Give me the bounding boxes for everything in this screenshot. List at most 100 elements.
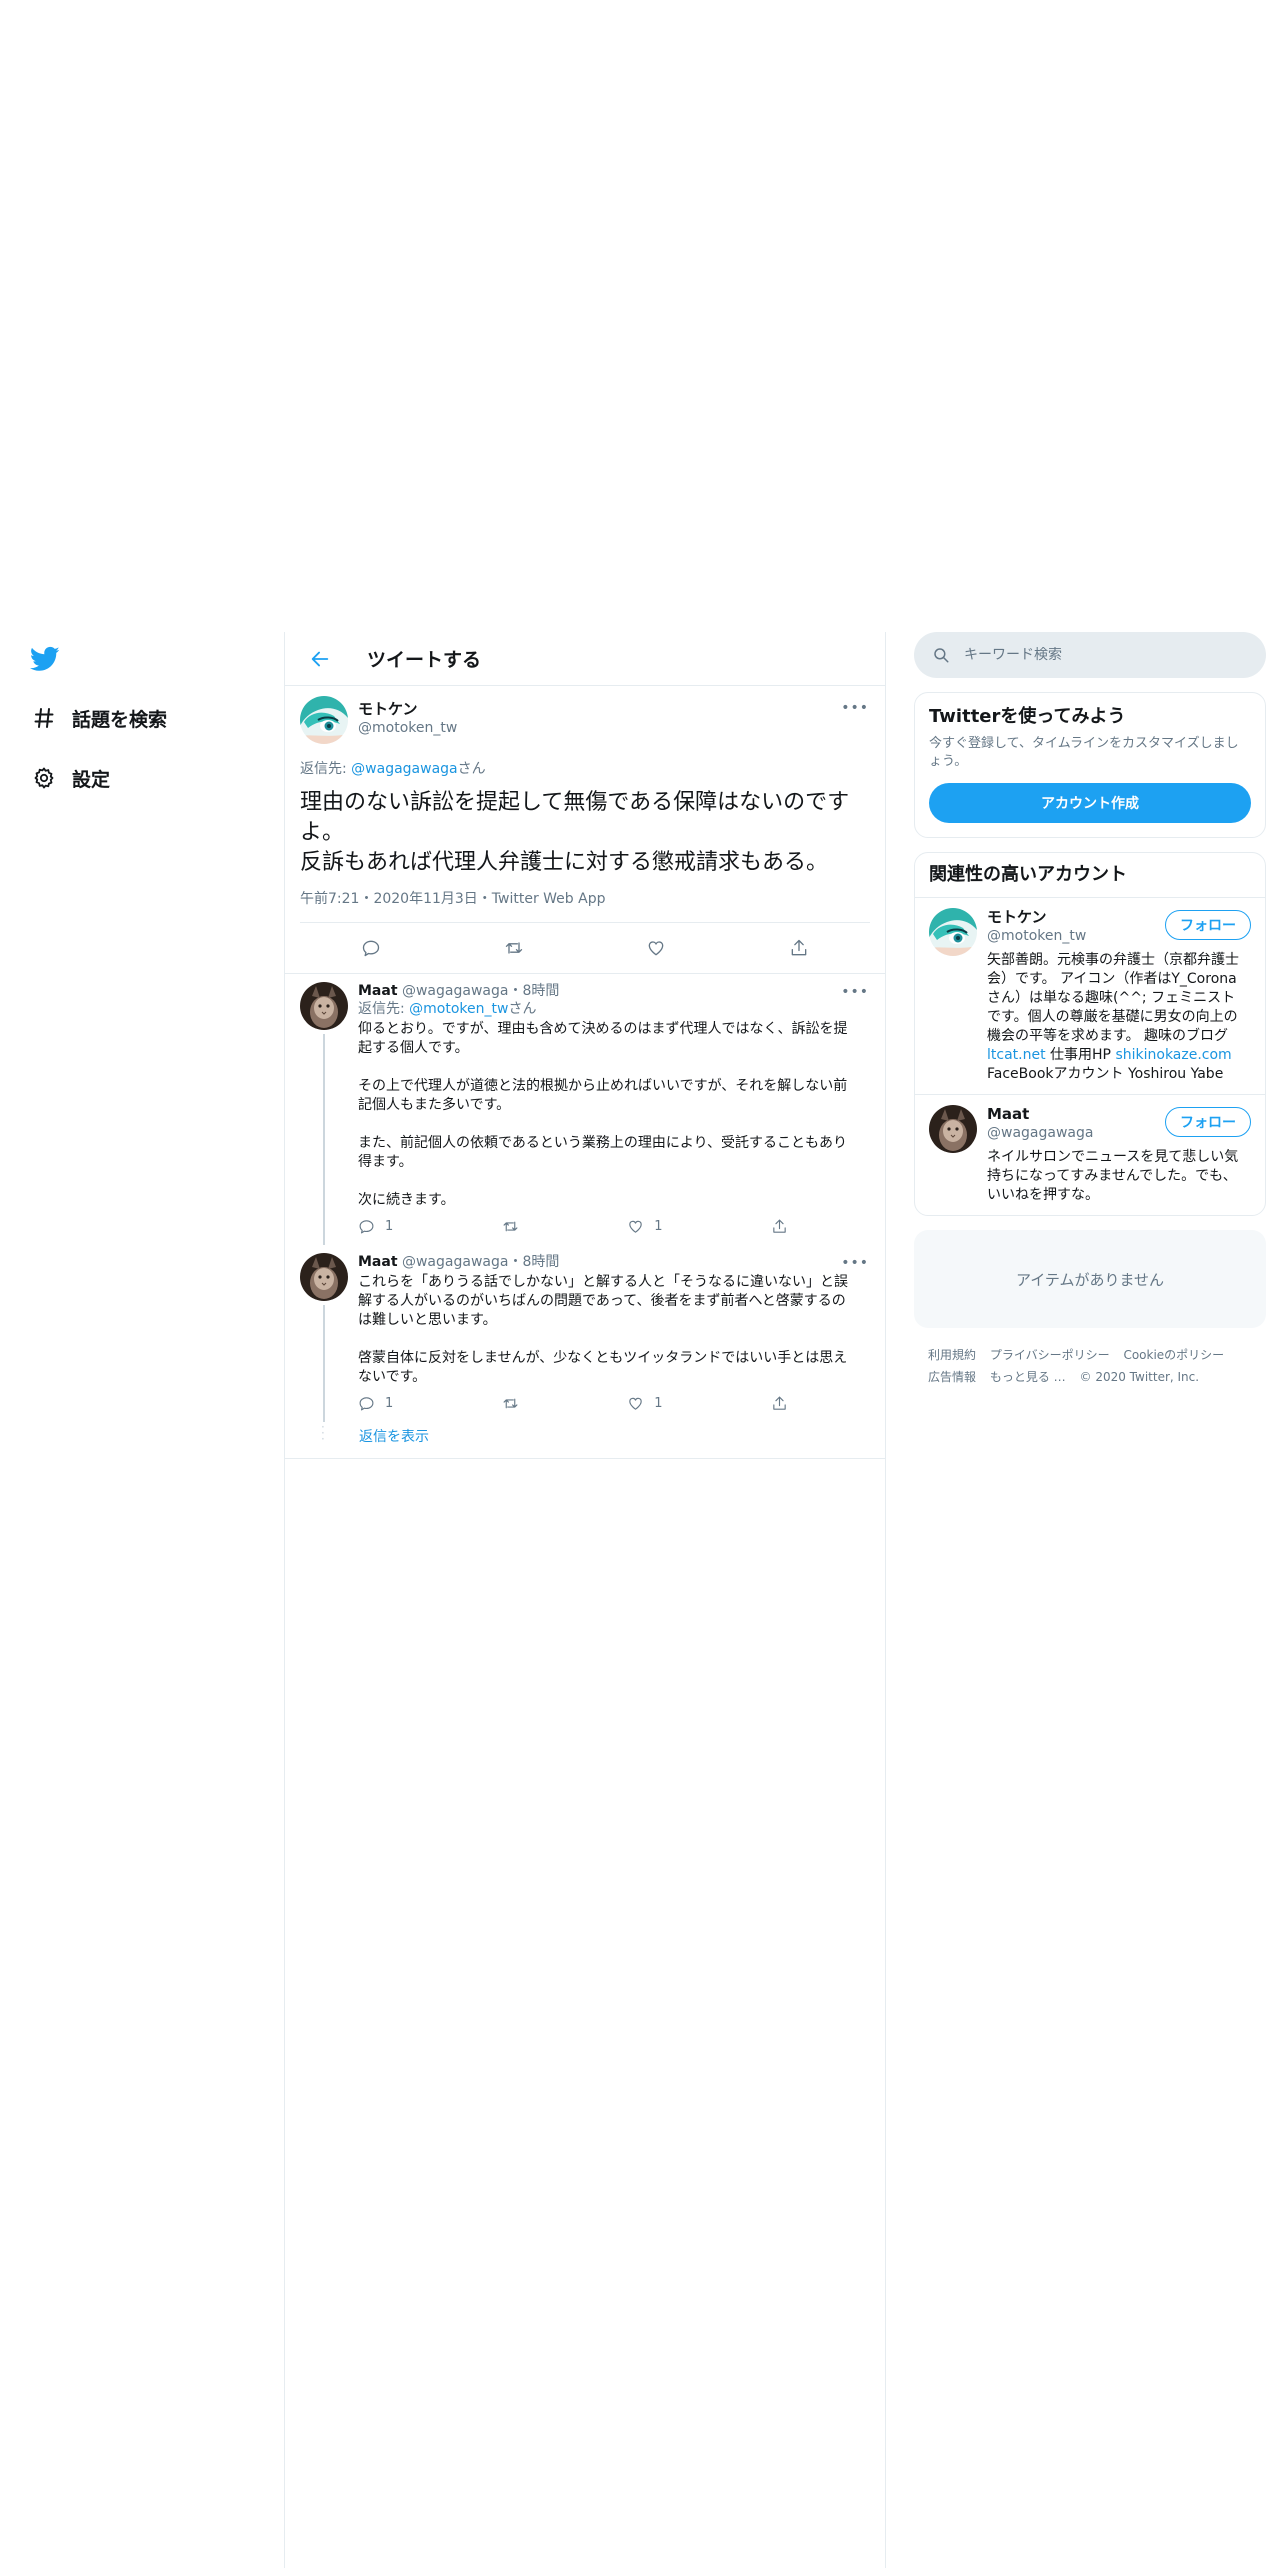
reply-time[interactable]: ・8時間 <box>508 1254 559 1270</box>
avatar[interactable] <box>300 696 348 744</box>
heart-icon <box>629 1397 642 1410</box>
reply-time[interactable]: ・8時間 <box>508 983 559 999</box>
account-item[interactable]: Maat @wagagawaga ネイルサロンでニュースを見て悲しい気持ちになっ… <box>915 1094 1265 1215</box>
share-icon <box>773 1396 786 1410</box>
bio-text: 仕事用HP <box>1045 1047 1116 1063</box>
reply-actions: 1 1 <box>358 1218 788 1235</box>
account-bio: 矢部善朗。元検事の弁護士（京都弁護士会）です。 アイコン（作者はY_Corona… <box>987 951 1243 1084</box>
reply-count: 1 <box>385 1219 394 1234</box>
retweet-icon <box>503 1221 518 1232</box>
account-bio: ネイルサロンでニュースを見て悲しい気持ちになってすみませんでした。でも、いいねを… <box>987 1149 1239 1203</box>
bio-link[interactable]: shikinokaze.com <box>1115 1047 1231 1063</box>
reply-icon <box>359 1397 374 1411</box>
empty-trends: アイテムがありません <box>914 1230 1266 1328</box>
share-button[interactable] <box>771 1218 788 1235</box>
like-count: 1 <box>654 1219 663 1234</box>
avatar[interactable] <box>300 982 348 1030</box>
share-icon <box>773 1219 786 1233</box>
follow-button[interactable]: フォロー <box>1165 910 1251 940</box>
more-options-icon[interactable]: ••• <box>841 700 869 716</box>
footer-link-terms[interactable]: 利用規約 <box>928 1348 976 1362</box>
reply-to-link[interactable]: @wagagawaga <box>351 761 457 777</box>
thread-line <box>323 1034 325 1245</box>
reply-to-prefix: 返信先: <box>300 761 352 777</box>
author-handle[interactable]: @motoken_tw <box>358 719 457 737</box>
retweet-icon <box>505 942 522 954</box>
right-sidebar: Twitterを使ってみよう 今すぐ登録して、タイムラインをカスタマイズしましょ… <box>914 632 1266 1388</box>
tweet-actions <box>300 923 870 973</box>
avatar[interactable] <box>300 1253 348 1301</box>
main-header: ツイートする <box>285 632 885 686</box>
reply-to: 返信先: @motoken_twさん <box>358 1000 870 1018</box>
retweet-button[interactable] <box>502 1218 519 1235</box>
more-options-icon[interactable]: ••• <box>841 984 869 1000</box>
reply-to: 返信先: @wagagawagaさん <box>300 758 870 778</box>
share-button[interactable] <box>771 1395 788 1412</box>
like-button[interactable]: 1 <box>627 1395 663 1412</box>
follow-button[interactable]: フォロー <box>1165 1107 1251 1137</box>
avatar[interactable] <box>929 908 977 956</box>
focus-tweet: モトケン @motoken_tw ••• 返信先: @wagagawagaさん … <box>285 686 885 974</box>
footer-link-cookies[interactable]: Cookieのポリシー <box>1123 1348 1224 1362</box>
nav-explore-label: 話題を検索 <box>72 708 168 731</box>
reply-to-prefix: 返信先: <box>358 1001 410 1017</box>
like-button[interactable] <box>646 938 666 958</box>
retweet-button[interactable] <box>502 1395 519 1412</box>
reply-button[interactable]: 1 <box>358 1395 393 1412</box>
tweet-meta[interactable]: 午前7:21・2020年11月3日・Twitter Web App <box>300 888 870 923</box>
reply-tweet[interactable]: Maat @wagagawaga・8時間 これらを「ありうる話でしかない」と解す… <box>285 1245 885 1422</box>
twitter-logo-icon[interactable] <box>28 644 62 674</box>
arrow-left-icon <box>311 651 329 666</box>
nav-explore[interactable]: 話題を検索 <box>28 698 167 738</box>
reply-button[interactable]: 1 <box>358 1218 393 1235</box>
reply-count: 1 <box>385 1396 394 1411</box>
account-item[interactable]: モトケン @motoken_tw 矢部善朗。元検事の弁護士（京都弁護士会）です。… <box>915 898 1265 1094</box>
reply-author-name[interactable]: Maat <box>358 1254 398 1270</box>
share-button[interactable] <box>789 938 809 958</box>
like-count: 1 <box>654 1396 663 1411</box>
footer-link-privacy[interactable]: プライバシーポリシー <box>990 1348 1110 1362</box>
bio-text: 矢部善朗。元検事の弁護士（京都弁護士会）です。 アイコン（作者はY_Corona… <box>987 952 1239 1044</box>
reply-author-handle[interactable]: @wagagawaga <box>402 983 508 999</box>
share-icon <box>791 939 807 956</box>
reply-author-handle[interactable]: @wagagawaga <box>402 1254 508 1270</box>
signup-title: Twitterを使ってみよう <box>929 706 1126 727</box>
signup-card: Twitterを使ってみよう 今すぐ登録して、タイムラインをカスタマイズしましょ… <box>914 692 1266 838</box>
retweet-button[interactable] <box>504 938 524 958</box>
more-options-icon[interactable]: ••• <box>841 1255 869 1271</box>
tweet-text: 理由のない訴訟を提起して無傷である保障はないのですよ。 反訴もあれば代理人弁護士… <box>300 790 850 875</box>
search-input[interactable] <box>964 647 1224 663</box>
footer-copyright: © 2020 Twitter, Inc. <box>1079 1370 1200 1384</box>
like-button[interactable]: 1 <box>627 1218 663 1235</box>
show-replies-link[interactable]: · · · 返信を表示 <box>285 1420 885 1459</box>
reply-to-link[interactable]: @motoken_tw <box>409 1001 508 1017</box>
reply-text: 仰るとおり。ですが、理由も含めて決めるのはまず代理人ではなく、訴訟を提起する個人… <box>358 1021 848 1208</box>
nav-settings-label: 設定 <box>72 768 111 791</box>
reply-tweet[interactable]: Maat @wagagawaga・8時間 返信先: @motoken_twさん … <box>285 974 885 1245</box>
reply-author-name[interactable]: Maat <box>358 983 398 999</box>
gear-icon <box>28 762 60 794</box>
hashtag-icon <box>28 702 60 734</box>
footer-link-ads[interactable]: 広告情報 <box>928 1370 976 1384</box>
reply-button[interactable] <box>361 938 381 958</box>
footer-link-more[interactable]: もっと見る … <box>990 1370 1066 1384</box>
signup-desc: 今すぐ登録して、タイムラインをカスタマイズしましょう。 <box>929 736 1239 769</box>
thread-dots: · · · <box>321 1420 325 1446</box>
bio-link[interactable]: ltcat.net <box>987 1047 1046 1063</box>
back-button[interactable] <box>303 642 337 676</box>
main-column: ツイートする モトケン @motoken_tw ••• 返信先: @wagaga… <box>284 632 886 2568</box>
thread-line <box>323 1305 325 1422</box>
nav-settings[interactable]: 設定 <box>28 758 110 798</box>
create-account-button[interactable]: アカウント作成 <box>929 783 1251 823</box>
reply-to-suffix: さん <box>508 1001 537 1017</box>
avatar[interactable] <box>929 1105 977 1153</box>
retweet-icon <box>503 1398 518 1409</box>
search-box[interactable] <box>914 632 1266 678</box>
author-name[interactable]: モトケン <box>358 700 457 719</box>
page-title: ツイートする <box>367 649 482 671</box>
reply-header: Maat @wagagawaga・8時間 <box>358 1253 870 1271</box>
related-title: 関連性の高いアカウント <box>915 853 1265 898</box>
reply-actions: 1 1 <box>358 1395 788 1412</box>
show-replies-label[interactable]: 返信を表示 <box>359 1429 429 1445</box>
reply-icon <box>359 1220 374 1234</box>
